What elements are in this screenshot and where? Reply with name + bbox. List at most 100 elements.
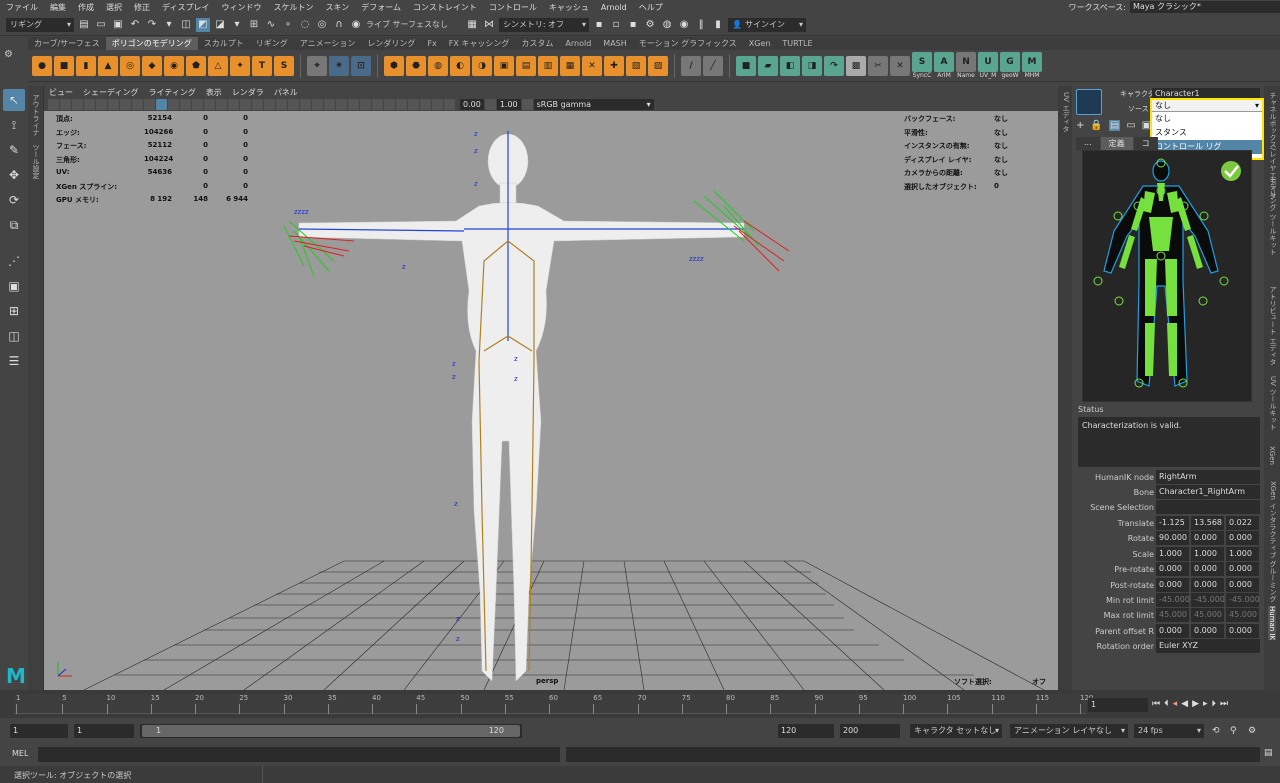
step-forward-key-icon[interactable]: ⏵: [1212, 699, 1217, 709]
menu-item-8[interactable]: スキン: [319, 2, 355, 13]
snap-grid-icon[interactable]: ⊞: [247, 18, 261, 32]
sculpt-icon[interactable]: /: [681, 55, 701, 76]
bone-field[interactable]: Character1_RightArm: [1156, 485, 1260, 499]
attr-field[interactable]: -45.000: [1156, 593, 1190, 607]
key-icon[interactable]: ⚲: [1230, 726, 1237, 736]
step-forward-icon[interactable]: ▸: [1203, 699, 1208, 709]
shelf-tab-0[interactable]: カーブ/サーフェス: [28, 37, 106, 50]
attr-field[interactable]: 0.000: [1191, 577, 1224, 592]
select-object-icon[interactable]: ◫: [179, 18, 193, 32]
menu-item-4[interactable]: 修正: [128, 2, 156, 13]
panel-tool-icon[interactable]: [132, 99, 143, 110]
current-frame-field[interactable]: 1: [1088, 698, 1148, 712]
lasso-tool-icon[interactable]: ⟟: [3, 114, 25, 136]
uv-icon[interactable]: ⊡: [351, 55, 371, 76]
attr-field[interactable]: 1.000: [1191, 546, 1224, 561]
quad-draw-icon[interactable]: ▨: [648, 55, 668, 76]
script-editor-icon[interactable]: ▤: [1264, 748, 1273, 758]
menu-set-dropdown[interactable]: リギング: [6, 17, 74, 32]
panel-tool-icon[interactable]: [276, 99, 287, 110]
source-option-1[interactable]: スタンス: [1152, 126, 1262, 140]
select-hierarchy-icon[interactable]: ▾: [162, 18, 176, 32]
folder-icon[interactable]: ▭: [1126, 120, 1135, 131]
step-back-icon[interactable]: ◂: [1173, 699, 1178, 709]
svg-icon[interactable]: S: [274, 55, 294, 76]
panel-tool-icon[interactable]: [156, 99, 167, 110]
source-dropdown[interactable]: なし ▾: [1152, 100, 1262, 112]
step-back-key-icon[interactable]: ⏴: [1164, 699, 1169, 709]
colorspace-icon[interactable]: [521, 99, 533, 110]
layout-four-icon[interactable]: ⊞: [3, 300, 25, 322]
hik-tab-0[interactable]: ...: [1076, 137, 1100, 150]
signin-button[interactable]: 👤 サインイン: [728, 17, 807, 32]
menu-item-13[interactable]: Arnold: [595, 3, 633, 12]
panel-tool-icon[interactable]: [288, 99, 299, 110]
panel-tool-icon[interactable]: [312, 99, 323, 110]
panel-tool-icon[interactable]: [108, 99, 119, 110]
mirror-icon[interactable]: ◑: [472, 55, 492, 76]
shelf-tab-4[interactable]: アニメーション: [294, 37, 362, 50]
workspace-dropdown[interactable]: Maya クラシック*: [1130, 1, 1280, 13]
shelf-tab-3[interactable]: リギング: [250, 37, 294, 50]
shelf-tab-11[interactable]: モーション グラフィックス: [633, 37, 743, 50]
panel-tool-icon[interactable]: [96, 99, 107, 110]
multicut-icon[interactable]: ✕: [582, 55, 602, 76]
shelf-tab-13[interactable]: TURTLE: [776, 37, 818, 50]
hik-tab-1[interactable]: 定義: [1100, 137, 1133, 150]
attr-field[interactable]: 45.000: [1156, 608, 1189, 623]
magnet-icon[interactable]: ∩: [332, 18, 346, 32]
panel-tool-icon[interactable]: [204, 99, 215, 110]
menu-item-3[interactable]: 選択: [100, 2, 128, 13]
live-icon[interactable]: ◉: [349, 18, 363, 32]
lock2-icon[interactable]: ▣: [1142, 120, 1151, 131]
viewport-persp[interactable]: zzz zzzz zzzz zzz zzz zz 頂点: 52154 0 0 エッジ: 10…: [44, 111, 1058, 690]
select-component-icon[interactable]: ◩: [196, 17, 210, 32]
symmetry-dropdown[interactable]: シンメトリ: オフ: [499, 17, 590, 32]
panel-tool-icon[interactable]: [408, 99, 419, 110]
pause-icon[interactable]: ‖: [694, 18, 708, 32]
attr-field[interactable]: 0.000: [1191, 623, 1224, 638]
panel-tool-icon[interactable]: [180, 99, 191, 110]
layout-two-icon[interactable]: ◫: [3, 325, 25, 347]
anim-end-field[interactable]: 200: [840, 724, 900, 738]
menu-item-9[interactable]: デフォーム: [355, 2, 407, 13]
save-scene-icon[interactable]: ▣: [111, 18, 125, 32]
new-scene-icon[interactable]: ▤: [77, 18, 91, 32]
lock-selection-icon[interactable]: ◪: [213, 18, 227, 32]
cube-green4-icon[interactable]: ◨: [802, 55, 822, 76]
shelf-tab-7[interactable]: FX キャッシング: [443, 37, 516, 50]
render-settings-icon[interactable]: ⚙: [643, 18, 657, 32]
open-scene-icon[interactable]: ▭: [94, 18, 108, 32]
snap-surface-icon[interactable]: ◎: [315, 18, 329, 32]
panel-tool-icon[interactable]: [240, 99, 251, 110]
undo-icon[interactable]: ↶: [128, 18, 142, 32]
layout-single-icon[interactable]: ▣: [3, 275, 25, 297]
right-tab-3[interactable]: UV ツールキット: [1268, 376, 1278, 430]
attr-field[interactable]: 45.000: [1226, 608, 1259, 623]
snap-curve-icon[interactable]: ∿: [264, 18, 278, 32]
play-back-icon[interactable]: ◀: [1181, 699, 1188, 709]
attr-field[interactable]: 90.000: [1156, 531, 1189, 546]
bevel-icon[interactable]: ▥: [538, 55, 558, 76]
sweep-icon[interactable]: ⌖: [307, 55, 327, 76]
soft-icon[interactable]: ╱: [703, 55, 723, 76]
cross-icon[interactable]: ✕: [890, 55, 910, 76]
loop-icon[interactable]: ⟲: [1212, 726, 1220, 736]
panel-tool-icon[interactable]: [300, 99, 311, 110]
shelf-tab-12[interactable]: XGen: [743, 37, 777, 50]
panel-tool-icon[interactable]: [336, 99, 347, 110]
cylinder-icon[interactable]: ▮: [76, 55, 96, 76]
range-handle[interactable]: 1 120: [142, 725, 520, 737]
ipr-icon[interactable]: ▪: [626, 18, 640, 32]
extrude-icon[interactable]: ▣: [494, 55, 514, 76]
panel-tool-icon[interactable]: [228, 99, 239, 110]
panel-tool-icon[interactable]: [264, 99, 275, 110]
attr-field[interactable]: 0.000: [1226, 577, 1259, 592]
platonic-icon[interactable]: ⬟: [186, 55, 206, 76]
sphere-icon[interactable]: ●: [32, 55, 52, 76]
attr-field[interactable]: 0.022: [1226, 516, 1259, 530]
panel-tool-icon[interactable]: [444, 99, 455, 110]
panel-tool-icon[interactable]: [120, 99, 131, 110]
node-field[interactable]: RightArm: [1156, 470, 1260, 484]
right-tab-4[interactable]: XGen: [1268, 446, 1276, 465]
